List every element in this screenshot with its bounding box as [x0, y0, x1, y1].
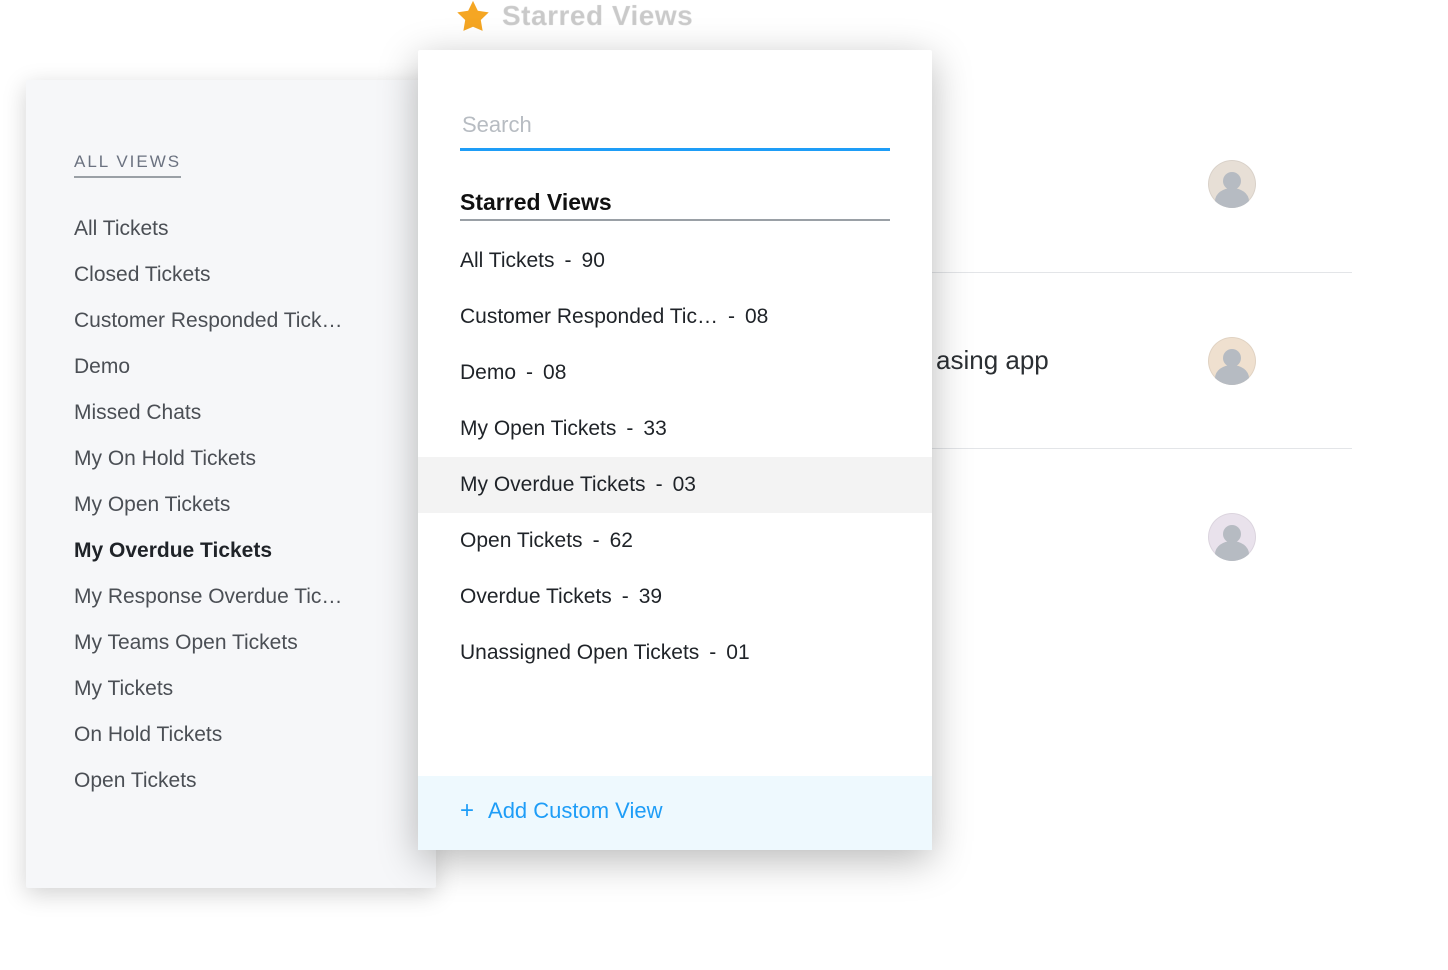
sidebar-item[interactable]: My Response Overdue Tic… — [74, 574, 396, 620]
starred-view-label: Unassigned Open Tickets — [460, 641, 699, 665]
starred-view-item[interactable]: My Overdue Tickets - 03 — [418, 457, 932, 513]
starred-view-item[interactable]: Customer Responded Tic… - 08 — [418, 289, 932, 345]
starred-view-label: My Overdue Tickets — [460, 473, 646, 497]
ticket-title-fragment: asing app — [936, 345, 1049, 376]
sidebar-item[interactable]: My Teams Open Tickets — [74, 620, 396, 666]
starred-view-label: Customer Responded Tic… — [460, 305, 718, 329]
count-separator: - — [626, 417, 633, 441]
star-icon — [456, 0, 490, 34]
sidebar-item[interactable]: My Tickets — [74, 666, 396, 712]
sidebar-item[interactable]: Missed Chats — [74, 390, 396, 436]
starred-view-count: 08 — [745, 305, 768, 329]
count-separator: - — [593, 529, 600, 553]
starred-view-list: All Tickets - 90Customer Responded Tic… … — [418, 233, 932, 681]
sidebar-item[interactable]: On Hold Tickets — [74, 712, 396, 758]
starred-view-item[interactable]: Overdue Tickets - 39 — [418, 569, 932, 625]
starred-view-count: 08 — [543, 361, 566, 385]
background-ticket-list: asing app — [932, 96, 1352, 624]
views-sidebar: ALL VIEWS All TicketsClosed TicketsCusto… — [26, 80, 436, 888]
starred-view-count: 33 — [643, 417, 666, 441]
sidebar-item[interactable]: Customer Responded Tick… — [74, 298, 396, 344]
starred-view-count: 62 — [610, 529, 633, 553]
header-shadow-text: Starred Views — [502, 0, 693, 32]
avatar — [1208, 337, 1256, 385]
starred-view-item[interactable]: Unassigned Open Tickets - 01 — [418, 625, 932, 681]
starred-view-item[interactable]: Demo - 08 — [418, 345, 932, 401]
sidebar-item[interactable]: Closed Tickets — [74, 252, 396, 298]
count-separator: - — [565, 249, 572, 273]
plus-icon: + — [460, 799, 474, 823]
sidebar-item[interactable]: All Tickets — [74, 206, 396, 252]
count-separator: - — [656, 473, 663, 497]
add-custom-view-button[interactable]: + Add Custom View — [418, 776, 932, 850]
sidebar-item[interactable]: Open Tickets — [74, 758, 396, 804]
starred-views-popover: Starred Views All Tickets - 90Customer R… — [418, 50, 932, 850]
ticket-row[interactable]: asing app — [932, 272, 1352, 448]
starred-view-count: 01 — [726, 641, 749, 665]
starred-view-count: 90 — [582, 249, 605, 273]
count-separator: - — [526, 361, 533, 385]
count-separator: - — [709, 641, 716, 665]
starred-view-label: My Open Tickets — [460, 417, 616, 441]
starred-view-label: Overdue Tickets — [460, 585, 612, 609]
sidebar-item[interactable]: My On Hold Tickets — [74, 436, 396, 482]
starred-views-title: Starred Views — [460, 189, 890, 221]
count-separator: - — [622, 585, 629, 609]
starred-view-label: Demo — [460, 361, 516, 385]
starred-view-label: All Tickets — [460, 249, 555, 273]
starred-view-label: Open Tickets — [460, 529, 583, 553]
starred-view-item[interactable]: All Tickets - 90 — [418, 233, 932, 289]
search-input[interactable] — [460, 106, 890, 151]
ticket-row[interactable] — [932, 96, 1352, 272]
sidebar-item[interactable]: My Open Tickets — [74, 482, 396, 528]
sidebar-view-list: All TicketsClosed TicketsCustomer Respon… — [74, 206, 396, 804]
avatar — [1208, 160, 1256, 208]
starred-view-count: 03 — [673, 473, 696, 497]
sidebar-item[interactable]: Demo — [74, 344, 396, 390]
starred-view-item[interactable]: My Open Tickets - 33 — [418, 401, 932, 457]
ticket-row[interactable] — [932, 448, 1352, 624]
avatar — [1208, 513, 1256, 561]
sidebar-section-title: ALL VIEWS — [74, 152, 181, 178]
starred-view-count: 39 — [639, 585, 662, 609]
starred-view-item[interactable]: Open Tickets - 62 — [418, 513, 932, 569]
sidebar-item[interactable]: My Overdue Tickets — [74, 528, 396, 574]
count-separator: - — [728, 305, 735, 329]
add-custom-view-label: Add Custom View — [488, 798, 662, 824]
